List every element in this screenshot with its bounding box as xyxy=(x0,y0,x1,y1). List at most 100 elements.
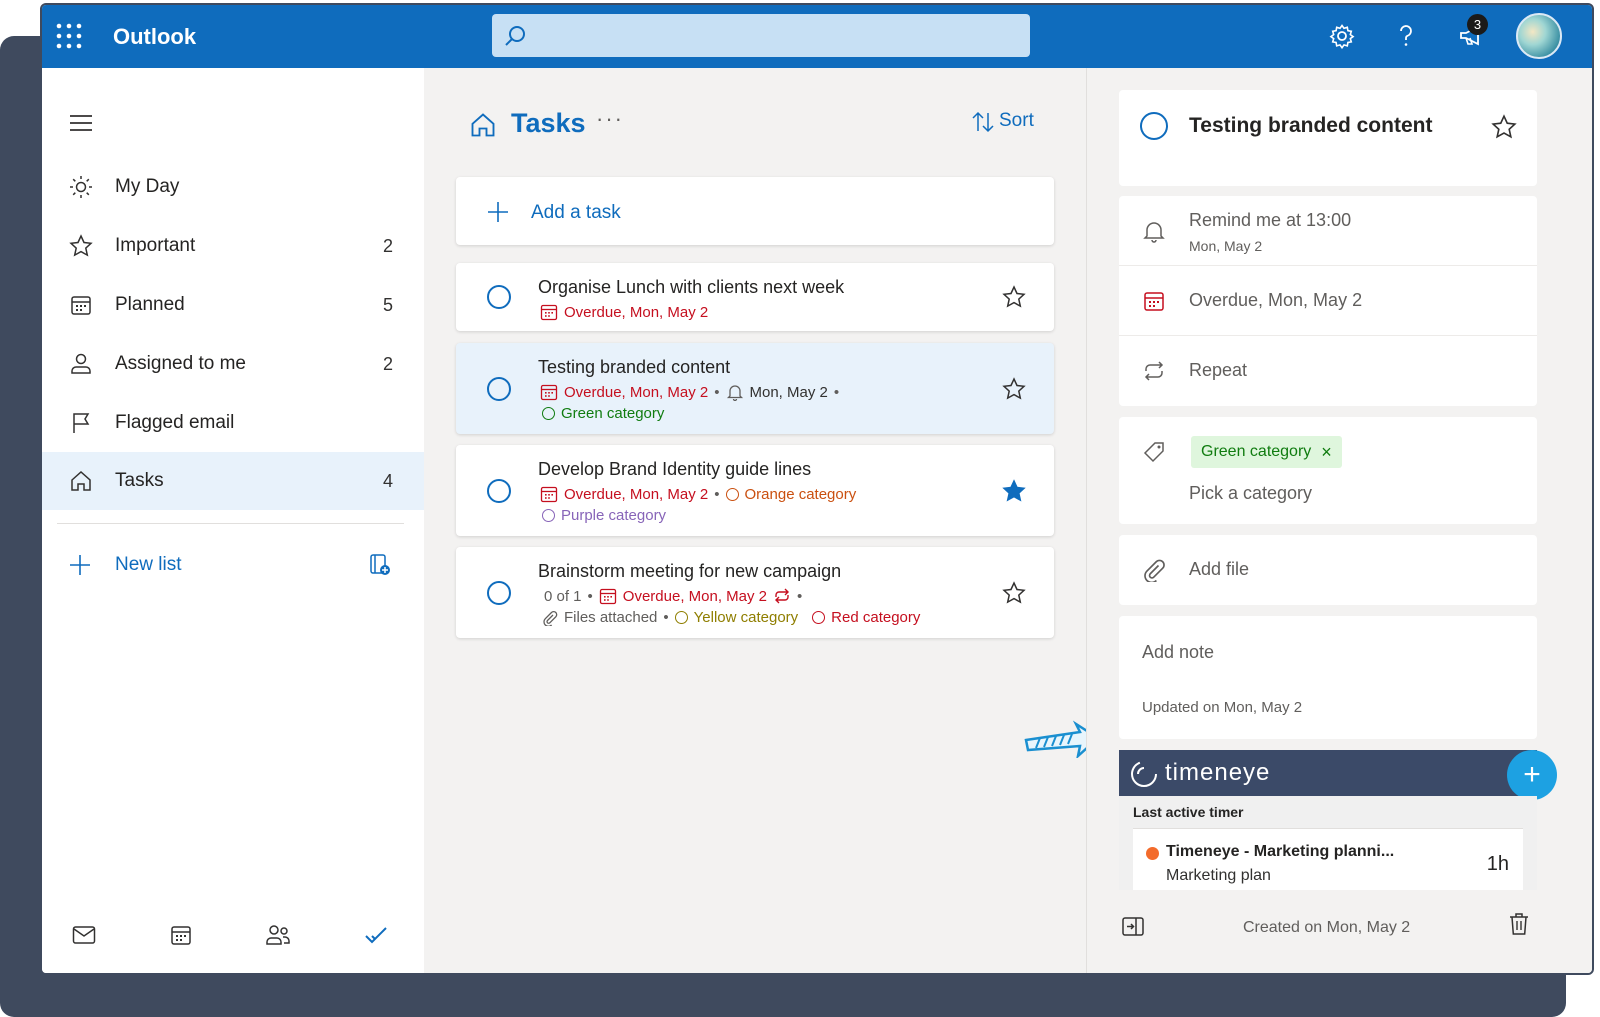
repeat-icon xyxy=(775,588,790,604)
more-options-button[interactable]: ··· xyxy=(596,106,624,132)
category-circle-icon xyxy=(674,611,688,624)
remove-category-icon[interactable]: × xyxy=(1321,442,1332,463)
calendar-icon xyxy=(540,486,558,503)
flag-icon xyxy=(73,413,90,433)
sidebar-item-label: Flagged email xyxy=(115,412,235,433)
separator-dot: • xyxy=(833,383,840,401)
sidebar-item-count: 5 xyxy=(382,294,393,315)
paperclip-icon xyxy=(1144,559,1165,582)
detail-footer: Created on Mon, May 2 xyxy=(1087,900,1592,973)
sidebar-item-label: Tasks xyxy=(115,470,164,491)
home-icon xyxy=(71,470,91,491)
task-item[interactable]: Organise Lunch with clients next week Ov… xyxy=(456,263,1054,331)
sidebar-item-count: 2 xyxy=(382,353,393,374)
detail-task-title[interactable]: Testing branded content xyxy=(1189,114,1432,138)
timer-title: Timeneye - Marketing planni... xyxy=(1166,843,1395,860)
sidebar-item-my-day[interactable]: My Day xyxy=(42,158,424,216)
star-icon[interactable] xyxy=(1491,114,1517,140)
sun-icon xyxy=(70,176,92,198)
sidebar-item-flagged-email[interactable]: Flagged email xyxy=(42,394,424,452)
search-input[interactable] xyxy=(492,14,1030,57)
sort-label: Sort xyxy=(999,110,1034,131)
sort-arrows-icon xyxy=(972,111,994,133)
due-date: Overdue, Mon, May 2 xyxy=(564,383,709,401)
category-circle-icon xyxy=(725,487,739,501)
people-icon[interactable] xyxy=(261,918,295,952)
settings-gear-icon[interactable] xyxy=(1326,20,1358,52)
task-title: Develop Brand Identity guide lines xyxy=(538,459,812,479)
category-label: Purple category xyxy=(561,507,667,524)
complete-task-checkbox[interactable] xyxy=(487,479,511,503)
remind-me-row[interactable]: Remind me at 13:00 Mon, May 2 xyxy=(1119,196,1537,266)
created-timestamp: Created on Mon, May 2 xyxy=(1243,919,1411,936)
task-meta: Overdue, Mon, May 2 • Mon, May 2 • xyxy=(540,383,839,401)
task-category: Purple category xyxy=(542,507,666,524)
complete-task-checkbox[interactable] xyxy=(1140,112,1168,140)
task-meta: Overdue, Mon, May 2 xyxy=(540,303,708,321)
updated-timestamp: Updated on Mon, May 2 xyxy=(1142,699,1303,716)
user-avatar[interactable] xyxy=(1516,13,1562,59)
category-chip-green[interactable]: Green category × xyxy=(1191,436,1342,468)
sidebar-item-planned[interactable]: Planned 5 xyxy=(42,276,424,334)
person-icon xyxy=(71,353,91,374)
help-icon[interactable] xyxy=(1390,20,1422,52)
task-meta: Overdue, Mon, May 2 • Orange category xyxy=(540,485,856,503)
task-meta-row2: Files attached • Yellow category Red cat… xyxy=(542,609,920,626)
sidebar-item-tasks[interactable]: Tasks 4 xyxy=(42,452,424,510)
page-title: Tasks xyxy=(511,108,586,138)
sort-button[interactable]: Sort xyxy=(969,108,1039,138)
sidebar-item-count: 2 xyxy=(382,235,393,256)
plus-icon xyxy=(70,555,90,575)
complete-task-checkbox[interactable] xyxy=(487,581,511,605)
sidebar-item-important[interactable]: Important 2 xyxy=(42,217,424,275)
star-filled-icon[interactable] xyxy=(1002,479,1026,503)
new-list-label: New list xyxy=(115,554,182,575)
task-category: Green category xyxy=(542,405,664,422)
calendar-icon xyxy=(540,384,558,401)
separator-dot: • xyxy=(797,587,803,605)
add-task-input[interactable]: Add a task xyxy=(456,177,1054,245)
repeat-row[interactable]: Repeat xyxy=(1119,336,1537,406)
calendar-icon xyxy=(71,296,91,315)
add-note-placeholder: Add note xyxy=(1142,642,1215,662)
new-group-icon[interactable] xyxy=(368,553,392,577)
hamburger-menu-icon[interactable] xyxy=(70,114,92,132)
new-list-button[interactable]: New list xyxy=(42,541,424,591)
task-item-selected[interactable]: Testing branded content Overdue, Mon, Ma… xyxy=(456,343,1054,434)
task-item[interactable]: Develop Brand Identity guide lines Overd… xyxy=(456,445,1054,536)
last-active-timer[interactable]: Timeneye - Marketing planni... Marketing… xyxy=(1133,828,1523,890)
outlook-window: Outlook 3 My Day Important 2 Planned 5 A… xyxy=(40,3,1594,975)
mail-icon[interactable] xyxy=(67,918,101,952)
app-name[interactable]: Outlook xyxy=(113,24,196,50)
star-icon[interactable] xyxy=(1002,285,1026,309)
pick-category-button[interactable]: Pick a category xyxy=(1189,483,1312,504)
separator-dot: • xyxy=(714,485,720,503)
task-item[interactable]: Brainstorm meeting for new campaign 0 of… xyxy=(456,547,1054,638)
trash-icon[interactable] xyxy=(1508,912,1530,936)
star-icon xyxy=(69,234,93,257)
todo-checkmark-icon[interactable] xyxy=(359,918,393,952)
star-icon[interactable] xyxy=(1002,377,1026,401)
home-icon xyxy=(471,113,495,137)
sidebar-item-count: 4 xyxy=(382,470,393,491)
bell-icon xyxy=(726,385,743,401)
sidebar-item-assigned-to-me[interactable]: Assigned to me 2 xyxy=(42,335,424,393)
task-title: Organise Lunch with clients next week xyxy=(538,277,845,297)
timer-duration: 1h xyxy=(1486,853,1509,875)
hide-detail-pane-icon[interactable] xyxy=(1121,916,1145,938)
complete-task-checkbox[interactable] xyxy=(487,377,511,401)
separator-dot: • xyxy=(714,383,720,401)
add-file-button[interactable]: Add file xyxy=(1119,535,1537,605)
note-card[interactable]: Add note Updated on Mon, May 2 xyxy=(1119,616,1537,739)
star-icon[interactable] xyxy=(1002,581,1026,605)
add-timer-button[interactable]: + xyxy=(1507,750,1557,800)
task-detail-pane: Testing branded content Remind me at 13:… xyxy=(1086,68,1592,973)
add-task-placeholder: Add a task xyxy=(531,202,621,223)
sidebar: My Day Important 2 Planned 5 Assigned to… xyxy=(42,68,424,973)
due-date-row[interactable]: Overdue, Mon, May 2 xyxy=(1119,266,1537,336)
timer-project: Marketing plan xyxy=(1166,867,1271,884)
tag-icon xyxy=(1143,442,1164,463)
complete-task-checkbox[interactable] xyxy=(487,285,511,309)
calendar-app-icon[interactable] xyxy=(164,918,198,952)
app-launcher-icon[interactable] xyxy=(56,23,82,49)
